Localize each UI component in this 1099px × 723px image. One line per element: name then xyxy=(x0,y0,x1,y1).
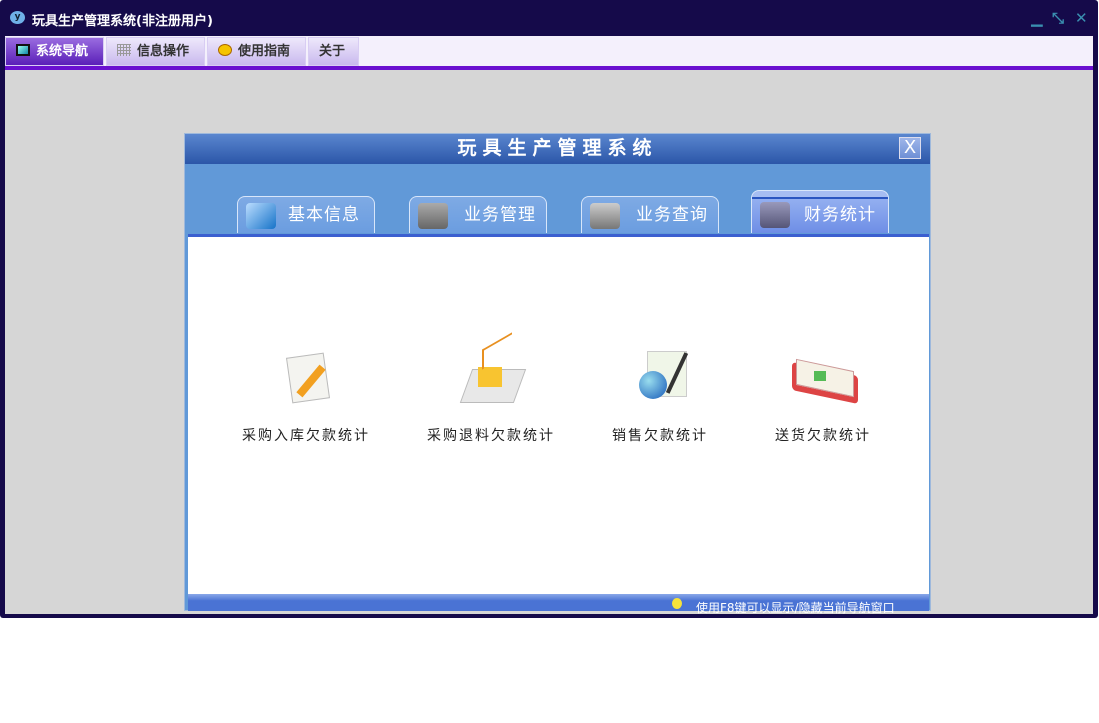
tab-about[interactable]: 关于 xyxy=(308,37,359,66)
close-button[interactable]: ✕ xyxy=(1075,9,1088,27)
item-label: 送货欠款统计 xyxy=(775,428,871,444)
purchase-return-debt-stats[interactable]: 采购退料欠款统计 xyxy=(411,332,571,445)
tab-info-ops[interactable]: 信息操作 xyxy=(106,37,205,66)
rss-folder-icon xyxy=(418,203,448,229)
tab-business-mgmt[interactable]: 业务管理 xyxy=(409,196,547,233)
restore-button[interactable]: ⤡ xyxy=(1052,9,1064,27)
status-footer: 使用F8键可以显示/隐藏当前导航窗口 xyxy=(188,594,929,615)
navigation-dialog: 玩具生产管理系统 X 基本信息 业务管理 业务查询 财务统计 采购入库欠款统计 … xyxy=(184,133,931,615)
title-bar: y 玩具生产管理系统(非注册用户) ▁ ⤡ ✕ xyxy=(0,0,1098,36)
sales-debt-stats[interactable]: 销售欠款统计 xyxy=(580,341,740,445)
tab-label: 使用指南 xyxy=(238,44,291,59)
tab-label: 关于 xyxy=(319,44,346,59)
dialog-title: 玩具生产管理系统 xyxy=(185,134,930,164)
dialog-close-button[interactable]: X xyxy=(899,137,921,159)
globe-document-icon xyxy=(625,341,695,411)
tab-label: 基本信息 xyxy=(288,205,360,225)
item-label: 销售欠款统计 xyxy=(612,428,708,444)
content-panel: 采购入库欠款统计 采购退料欠款统计 销售欠款统计 送货欠款统计 xyxy=(188,234,929,594)
tab-label: 信息操作 xyxy=(137,44,190,59)
tab-user-guide[interactable]: 使用指南 xyxy=(207,37,306,66)
app-logo-icon: y xyxy=(10,11,25,24)
document-pencil-icon xyxy=(271,341,341,411)
purchase-inbound-debt-stats[interactable]: 采购入库欠款统计 xyxy=(226,341,386,445)
item-label: 采购退料欠款统计 xyxy=(427,428,555,444)
chart-icon xyxy=(456,332,527,411)
tab-label: 业务管理 xyxy=(464,205,536,225)
tab-business-query[interactable]: 业务查询 xyxy=(581,196,719,233)
window-title: 玩具生产管理系统(非注册用户) xyxy=(32,14,213,29)
pen-folder-icon xyxy=(590,203,620,229)
tab-label: 财务统计 xyxy=(804,205,876,225)
tab-label: 业务查询 xyxy=(636,205,708,225)
footer-tip: 使用F8键可以显示/隐藏当前导航窗口 xyxy=(696,601,895,615)
monitor-icon xyxy=(16,44,30,56)
minimize-button[interactable]: ▁ xyxy=(1031,9,1043,27)
monitor-icon xyxy=(246,203,276,229)
lightbulb-icon xyxy=(672,598,682,609)
globe-folder-icon xyxy=(760,202,790,228)
help-icon xyxy=(218,44,232,56)
delivery-debt-stats[interactable]: 送货欠款统计 xyxy=(743,341,903,445)
tab-finance-stats[interactable]: 财务统计 xyxy=(751,190,889,233)
tab-basic-info[interactable]: 基本信息 xyxy=(237,196,375,233)
grid-icon xyxy=(117,44,131,56)
menu-bar: 系统导航 信息操作 使用指南 关于 xyxy=(5,36,1093,66)
tab-label: 系统导航 xyxy=(36,44,89,59)
book-icon xyxy=(788,341,858,411)
tab-system-nav[interactable]: 系统导航 xyxy=(5,37,104,66)
item-label: 采购入库欠款统计 xyxy=(242,428,370,444)
